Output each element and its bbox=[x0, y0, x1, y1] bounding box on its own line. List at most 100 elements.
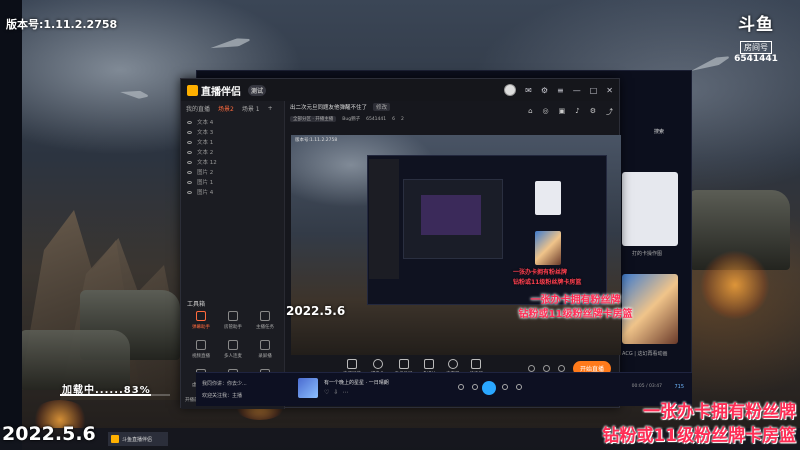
date-watermark-small: 2022.5.6 bbox=[286, 304, 346, 318]
category-pill[interactable]: 全部分区 · 开播主播 bbox=[290, 116, 337, 122]
screen-icon[interactable]: ▣ bbox=[559, 107, 566, 117]
eye-icon[interactable] bbox=[187, 180, 192, 184]
app-logo-icon bbox=[111, 435, 119, 443]
eye-icon[interactable] bbox=[187, 140, 192, 144]
eye-icon[interactable] bbox=[542, 365, 550, 372]
jet-icon bbox=[690, 53, 730, 74]
eye-icon[interactable] bbox=[187, 170, 192, 174]
streamer-name: Bug鹦子 bbox=[342, 117, 361, 122]
tool-video[interactable]: 视频直播 bbox=[185, 340, 217, 359]
scene-tabs: 我的直播 场景2 场景 1 + bbox=[181, 101, 284, 115]
music-left-text: 我同你讲：你去少... 欢迎关注我：主播 bbox=[202, 381, 247, 399]
fire-glow bbox=[700, 250, 770, 320]
left-panel: 我的直播 场景2 场景 1 + 文本 4 文本 3 文本 1 文本 2 文本 1… bbox=[181, 101, 325, 409]
close-icon[interactable]: ✕ bbox=[606, 86, 613, 95]
list-item[interactable]: 文本 2 bbox=[181, 147, 284, 157]
phone-icon bbox=[398, 359, 409, 369]
gear-icon[interactable]: ⚙ bbox=[541, 86, 548, 95]
next-icon[interactable] bbox=[502, 384, 508, 390]
promo-mid-line2: 钻粉或11级粉丝牌卡房篮 bbox=[518, 309, 633, 320]
tab-scene-1[interactable]: 场景 1 bbox=[242, 104, 260, 113]
nested-window-3 bbox=[421, 195, 481, 235]
list-item[interactable]: 文本 3 bbox=[181, 127, 284, 137]
tab-scene-2[interactable]: 场景2 bbox=[218, 104, 234, 113]
preview-promo-line2: 钻粉或11级粉丝牌卡房篮 bbox=[513, 279, 582, 286]
list-item[interactable]: 图片 2 bbox=[181, 167, 284, 177]
tab-my-live[interactable]: 我的直播 bbox=[186, 104, 210, 113]
tool-danmu[interactable]: 弹幕助手 bbox=[185, 311, 217, 330]
volume-icon[interactable] bbox=[516, 384, 522, 390]
play-pause-button[interactable] bbox=[482, 381, 496, 395]
monitor-icon bbox=[347, 359, 357, 369]
record-icon bbox=[260, 340, 270, 350]
list-item[interactable]: 文本 1 bbox=[181, 137, 284, 147]
lock-icon[interactable]: ⌂ bbox=[528, 107, 532, 117]
eye-icon[interactable] bbox=[187, 150, 192, 154]
play-icon bbox=[424, 359, 435, 369]
heart-icon[interactable]: ♡ bbox=[324, 389, 333, 396]
loading-bar-fill bbox=[60, 394, 152, 396]
eye-icon[interactable] bbox=[187, 190, 192, 194]
prev-icon[interactable] bbox=[472, 384, 478, 390]
group-icon bbox=[228, 340, 238, 350]
edit-title-button[interactable]: 修改 bbox=[373, 103, 391, 111]
gear-icon[interactable] bbox=[557, 365, 565, 372]
camera-icon bbox=[372, 359, 383, 369]
tool-room-admin[interactable]: 房管助手 bbox=[217, 311, 249, 330]
live-companion-window: 直播伴侣 测试 ✉ ⚙ ≡ — □ ✕ 我的直播 场景2 场景 1 + 文本 4… bbox=[180, 78, 621, 409]
loading-bar bbox=[60, 394, 170, 396]
room-logo: 斗鱼 房间号 6541441 bbox=[726, 10, 786, 64]
viewer-count: 6 bbox=[392, 116, 396, 122]
microphone-icon bbox=[447, 359, 458, 369]
chat-icon bbox=[196, 311, 206, 321]
music-count: 715 bbox=[674, 384, 684, 390]
main-toolbar-icons: ⌂ ◎ ▣ ♪ ⚙ ⤴ bbox=[528, 107, 613, 117]
minimize-icon[interactable]: — bbox=[573, 86, 581, 95]
back-search-label[interactable]: 搜索 bbox=[654, 128, 664, 135]
room-id: 6541441 bbox=[734, 54, 778, 64]
more-icon[interactable]: ⋯ bbox=[342, 389, 352, 396]
list-item[interactable]: 图片 1 bbox=[181, 177, 284, 187]
app-logo: 直播伴侣 测试 bbox=[187, 83, 267, 98]
app-logo-icon bbox=[187, 84, 198, 96]
live-preview[interactable]: 版本号:1.11.2.2758 一张办卡拥有粉丝牌 钻粉或11级粉丝牌卡房篮 bbox=[291, 135, 621, 355]
camera-icon[interactable]: ◎ bbox=[543, 107, 549, 117]
nested-card bbox=[535, 181, 561, 215]
tool-tasks[interactable]: 主播任务 bbox=[249, 311, 281, 330]
mail-icon[interactable]: ✉ bbox=[525, 86, 532, 95]
preview-promo-line1: 一张办卡拥有粉丝牌 bbox=[513, 269, 568, 276]
maximize-icon[interactable]: □ bbox=[590, 86, 598, 95]
loop-icon[interactable] bbox=[458, 384, 464, 390]
eye-icon[interactable] bbox=[187, 160, 192, 164]
promo-line1: 一张办卡拥有粉丝牌 bbox=[643, 402, 796, 422]
titlebar-controls: ✉ ⚙ ≡ — □ ✕ bbox=[504, 84, 613, 96]
taskbar-item[interactable]: 斗鱼直播伴侣 bbox=[108, 432, 168, 446]
tool-multi-mic[interactable]: 多人连麦 bbox=[217, 340, 249, 359]
fan-count: 2 bbox=[401, 116, 404, 122]
list-item[interactable]: 图片 4 bbox=[181, 187, 284, 197]
speaker-icon bbox=[471, 359, 482, 369]
settings-icon[interactable]: ⚙ bbox=[590, 107, 596, 117]
eye-icon[interactable] bbox=[187, 120, 192, 124]
avatar[interactable] bbox=[504, 84, 517, 96]
album-cover[interactable] bbox=[298, 378, 318, 398]
song-actions: ♡⇩⋯ bbox=[324, 389, 352, 396]
list-item[interactable]: 文本 12 bbox=[181, 157, 284, 167]
eye-icon[interactable] bbox=[187, 130, 192, 134]
menu-icon[interactable]: ≡ bbox=[557, 86, 564, 95]
tool-record[interactable]: 录屏播 bbox=[249, 340, 281, 359]
list-item[interactable]: 文本 4 bbox=[181, 117, 284, 127]
toolbox-title: 工具箱 bbox=[187, 301, 206, 308]
share-icon[interactable]: ⤴ bbox=[606, 107, 613, 117]
main-panel: 出二次元旦同题友他弹醒不住了 修改 全部分区 · 开播主播 Bug鹦子 6541… bbox=[285, 101, 621, 409]
brand-logo: 斗鱼 bbox=[738, 15, 774, 35]
back-thumb-card[interactable] bbox=[622, 172, 678, 246]
screen-left-edge bbox=[0, 0, 22, 450]
bell-icon[interactable]: ♪ bbox=[575, 107, 579, 117]
record-icon[interactable] bbox=[527, 365, 535, 372]
back-caption: 打的卡操作图 bbox=[632, 251, 663, 257]
add-scene-button[interactable]: + bbox=[268, 105, 273, 112]
beta-badge: 测试 bbox=[248, 84, 267, 96]
version-label: 版本号:1.11.2.2758 bbox=[6, 18, 118, 31]
promo-mid: 一张办卡拥有粉丝牌 钻粉或11级粉丝牌卡房篮 bbox=[518, 294, 633, 322]
